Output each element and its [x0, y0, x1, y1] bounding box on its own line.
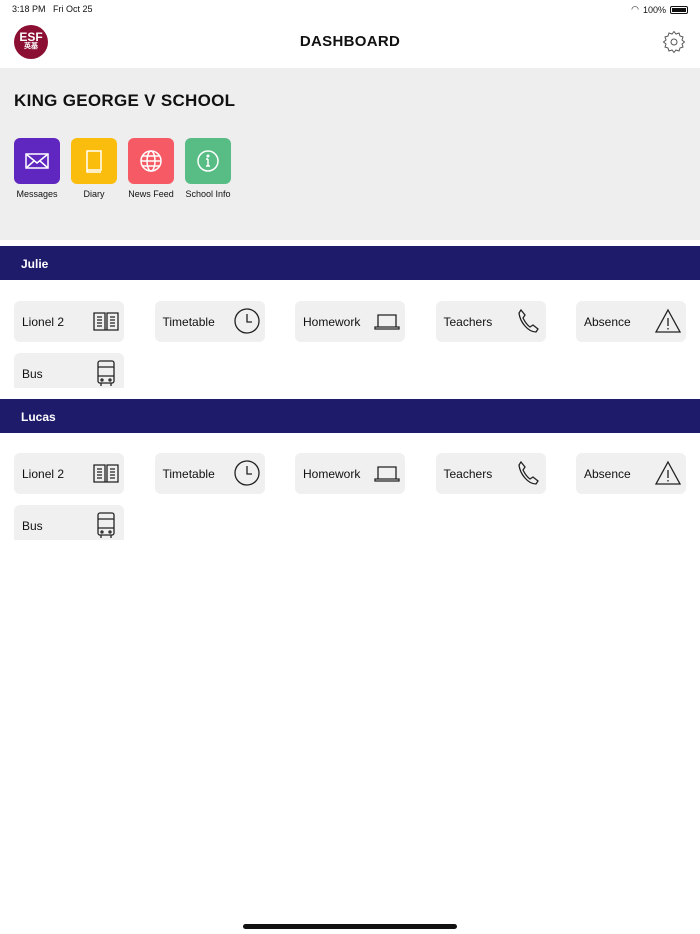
- laptop-icon: [374, 314, 400, 330]
- quick-link-diary[interactable]: Diary: [71, 138, 117, 199]
- book-icon: [71, 138, 117, 184]
- time: 3:18 PM: [12, 4, 46, 14]
- battery-icon: [670, 5, 688, 14]
- school-panel: KING GEORGE V SCHOOL Messages Diary News F…: [0, 68, 700, 240]
- open-book-icon: [93, 464, 119, 483]
- bus-icon: [97, 512, 115, 538]
- tile-absence[interactable]: Absence: [576, 453, 686, 494]
- student-header-julie[interactable]: Julie: [0, 246, 700, 280]
- laptop-icon: [374, 466, 400, 482]
- tile-homework[interactable]: Homework: [295, 453, 405, 494]
- tile-absence[interactable]: Absence: [576, 301, 686, 342]
- tile-label: Teachers: [443, 315, 493, 329]
- page-title: DASHBOARD: [299, 33, 401, 50]
- tile-label: Homework: [303, 315, 361, 329]
- phone-icon: [517, 460, 539, 485]
- tile-teachers[interactable]: Teachers: [435, 453, 546, 494]
- tile-bus[interactable]: Bus: [14, 505, 124, 540]
- tile-label: Timetable: [162, 315, 215, 329]
- clock-icon: [233, 308, 260, 334]
- quick-link-messages[interactable]: Messages: [14, 138, 60, 199]
- tile-timetable[interactable]: Timetable: [154, 453, 265, 494]
- clock-icon: [233, 460, 260, 486]
- bus-icon: [97, 360, 115, 386]
- quick-link-news-feed[interactable]: News Feed: [128, 138, 174, 199]
- student-header-lucas[interactable]: Lucas: [0, 399, 700, 433]
- tile-lionel-2[interactable]: Lionel 2: [14, 301, 124, 342]
- tile-label: Lionel 2: [22, 467, 65, 481]
- phone-icon: [517, 308, 539, 333]
- status-time: 3:18 PM Fri Oct 25: [12, 4, 93, 14]
- home-indicator[interactable]: [243, 924, 457, 929]
- gear-icon[interactable]: [662, 30, 686, 54]
- wifi-icon: ◠: [631, 4, 639, 14]
- tile-homework[interactable]: Homework: [295, 301, 405, 342]
- info-icon: [185, 138, 231, 184]
- quick-link-school-info[interactable]: School Info: [185, 138, 231, 199]
- tile-label: Bus: [22, 367, 43, 381]
- tile-label: Timetable: [162, 467, 215, 481]
- tile-label: Lionel 2: [22, 315, 65, 329]
- tile-bus[interactable]: Bus: [14, 353, 124, 388]
- tile-lionel-2[interactable]: Lionel 2: [14, 453, 124, 494]
- open-book-icon: [93, 312, 119, 331]
- status-bar: 3:18 PM Fri Oct 25 ◠ 100%: [0, 0, 700, 16]
- quick-links: Messages Diary News Feed School Info: [14, 138, 231, 199]
- school-name: KING GEORGE V SCHOOL: [14, 91, 236, 110]
- battery-percent: 100%: [642, 4, 666, 15]
- tile-label: Absence: [584, 467, 631, 481]
- tile-label: Bus: [22, 519, 43, 533]
- globe-icon: [128, 138, 174, 184]
- warning-icon: [654, 308, 682, 333]
- envelope-icon: [14, 138, 60, 184]
- date: Fri Oct 25: [53, 4, 93, 14]
- tile-teachers[interactable]: Teachers: [435, 301, 546, 342]
- tile-timetable[interactable]: Timetable: [154, 301, 265, 342]
- warning-icon: [654, 460, 682, 485]
- quick-link-label: School Info: [185, 189, 231, 199]
- tile-label: Absence: [584, 315, 631, 329]
- tile-label: Homework: [303, 467, 361, 481]
- tile-label: Teachers: [443, 467, 493, 481]
- header: ESF 英基 DASHBOARD: [0, 16, 700, 68]
